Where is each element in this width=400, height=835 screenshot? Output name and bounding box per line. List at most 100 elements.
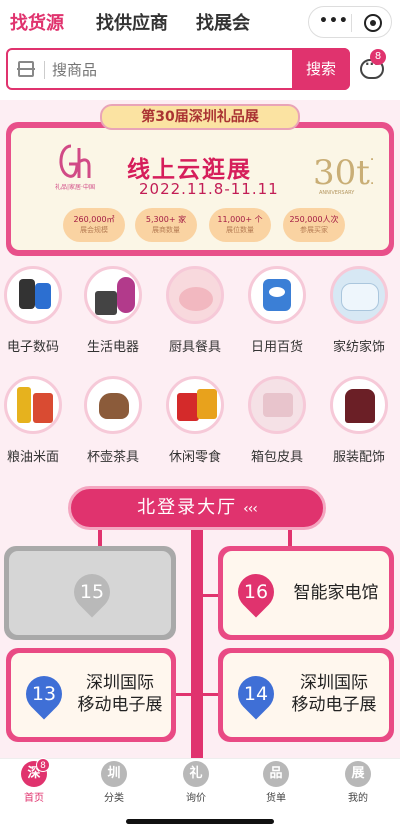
booth-name-line: 移动电子展 [77, 695, 163, 715]
hall-title-bar[interactable]: 北登录大厅 ‹‹‹ [68, 486, 326, 530]
category-electronics[interactable]: 电子数码 [0, 266, 70, 355]
tab-inquiry[interactable]: 礼 询价 [166, 761, 226, 804]
category-appliances[interactable]: 生活电器 [76, 266, 150, 355]
category-teaware[interactable]: 杯壶茶具 [76, 376, 150, 465]
luggage-icon [248, 376, 306, 434]
category-kitchenware[interactable]: 厨具餐具 [158, 266, 232, 355]
home-indicator [126, 819, 274, 824]
teaware-icon [84, 376, 142, 434]
anniversary-number: 30th [313, 153, 373, 190]
category-home-textiles[interactable]: 家纺家饰 [322, 266, 396, 355]
category-snacks[interactable]: 休闲零食 [158, 376, 232, 465]
logo-caption: 礼品|家居·中国 [55, 184, 95, 191]
expo-banner[interactable]: 礼品|家居·中国 线上云逛展 2022.11.8-11.11 30th ANNI… [6, 122, 394, 256]
home-badge: 8 [36, 758, 50, 772]
stat-label: 展会规模 [80, 226, 108, 234]
hall-title: 北登录大厅 [137, 497, 238, 518]
banner-top-label: 第30届深圳礼品展 [100, 104, 300, 130]
booth-number: 15 [79, 581, 105, 603]
stat-label: 展商数量 [152, 226, 180, 234]
booth-name-line: 深圳国际 [86, 673, 154, 693]
banner-title: 线上云逛展 [127, 157, 252, 183]
home-textiles-icon [330, 266, 388, 324]
stat-buyers: 250,000人次 参展买家 [283, 208, 345, 242]
category-apparel[interactable]: 服装配饰 [322, 376, 396, 465]
search-input[interactable] [52, 58, 282, 82]
tab-label: 分类 [104, 793, 124, 804]
tab-category[interactable]: 圳 分类 [84, 761, 144, 804]
close-miniprogram-icon[interactable] [364, 14, 382, 32]
booth-number: 14 [243, 683, 269, 705]
bottom-tab-bar: 深 8 首页 圳 分类 礼 询价 品 货单 展 我的 [0, 758, 400, 804]
electronics-icon [4, 266, 62, 324]
category-label: 杯壶茶具 [86, 450, 139, 465]
pin-icon: 14 [230, 668, 282, 720]
category-label: 厨具餐具 [168, 340, 221, 355]
booth-16[interactable]: 16 智能家电馆 [218, 546, 394, 640]
category-icon: 圳 [101, 761, 127, 787]
booth-13[interactable]: 13 深圳国际 移动电子展 [6, 648, 176, 742]
stat-booths: 11,000+ 个 展位数量 [209, 208, 271, 242]
pin-icon: 15 [66, 566, 118, 618]
booth-number: 16 [243, 581, 269, 603]
tab-find-goods[interactable]: 找货源 [10, 9, 64, 35]
banner-inner: 礼品|家居·中国 线上云逛展 2022.11.8-11.11 30th ANNI… [11, 128, 389, 250]
category-label: 家纺家饰 [332, 340, 385, 355]
anniversary-caption: ANNIVERSARY [319, 190, 355, 196]
category-label: 箱包皮具 [250, 450, 303, 465]
miniprogram-capsule: ••• [308, 6, 392, 38]
tab-mine[interactable]: 展 我的 [328, 761, 388, 804]
stat-label: 展位数量 [226, 226, 254, 234]
tab-find-suppliers[interactable]: 找供应商 [96, 9, 168, 35]
daily-goods-icon [248, 266, 306, 324]
category-luggage[interactable]: 箱包皮具 [240, 376, 314, 465]
grain-oil-icon [4, 376, 62, 434]
message-badge: 8 [370, 49, 386, 65]
kitchenware-icon [166, 266, 224, 324]
tab-label: 首页 [24, 793, 44, 804]
stat-value: 11,000+ 个 [217, 215, 263, 224]
booth-name: 深圳国际 移动电子展 [70, 672, 170, 716]
stat-area: 260,000㎡ 展会规模 [63, 208, 125, 242]
gifts-home-logo-icon [59, 144, 91, 178]
category-label: 服装配饰 [332, 450, 385, 465]
banner-date: 2022.11.8-11.11 [139, 180, 279, 198]
arrow-between-booths [176, 693, 218, 696]
stat-exhibitors: 5,300+ 家 展商数量 [135, 208, 197, 242]
booth-15[interactable]: 15 [4, 546, 176, 640]
search-button[interactable]: 搜索 [292, 48, 350, 90]
category-grain-oil[interactable]: 粮油米面 [0, 376, 70, 465]
search-divider [44, 61, 45, 79]
tab-find-exhibitions[interactable]: 找展会 [196, 9, 250, 35]
booth-name: 智能家电馆 [293, 583, 379, 603]
category-label: 日用百货 [250, 340, 303, 355]
top-nav: 找货源 找供应商 找展会 ••• [0, 0, 400, 44]
booth-name-line: 深圳国际 [300, 673, 368, 693]
category-label: 休闲零食 [168, 450, 221, 465]
pin-icon: 16 [230, 566, 282, 618]
more-icon[interactable]: ••• [319, 13, 348, 29]
tab-home[interactable]: 深 8 首页 [4, 758, 64, 804]
tab-label: 我的 [348, 793, 368, 804]
category-label: 粮油米面 [6, 450, 59, 465]
appliances-icon [84, 266, 142, 324]
inquiry-icon: 礼 [183, 761, 209, 787]
stat-value: 260,000㎡ [73, 215, 115, 224]
booth-14[interactable]: 14 深圳国际 移动电子展 [218, 648, 394, 742]
tab-order-list[interactable]: 品 货单 [246, 761, 306, 804]
order-list-icon: 品 [263, 761, 289, 787]
tab-label: 询价 [186, 793, 206, 804]
hall-arrows: ‹‹‹ [243, 501, 258, 517]
stat-value: 250,000人次 [289, 215, 339, 224]
scan-icon[interactable] [17, 61, 35, 77]
anniversary-badge: 30th [313, 153, 373, 190]
category-daily-goods[interactable]: 日用百货 [240, 266, 314, 355]
tab-label: 货单 [266, 793, 286, 804]
snacks-icon [166, 376, 224, 434]
search-box: 搜索 [6, 48, 350, 90]
profile-icon: 展 [345, 761, 371, 787]
stat-value: 5,300+ 家 [145, 215, 187, 224]
booth-number: 13 [31, 683, 57, 705]
apparel-icon [330, 376, 388, 434]
category-label: 生活电器 [86, 340, 139, 355]
